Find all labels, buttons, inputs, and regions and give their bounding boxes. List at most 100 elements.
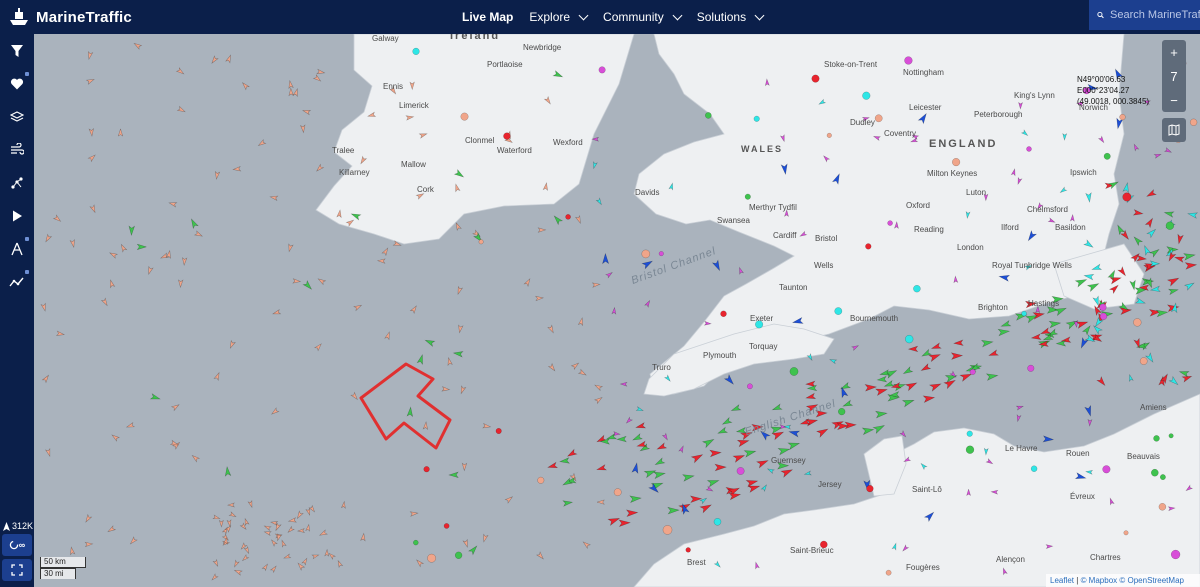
vessel-marker[interactable] (570, 361, 580, 371)
vessel-marker[interactable] (1163, 147, 1173, 154)
vessel-marker[interactable] (777, 446, 791, 456)
vessel-marker[interactable] (875, 386, 888, 397)
vessel-dot[interactable] (495, 428, 502, 434)
vessel-marker[interactable] (760, 484, 768, 492)
vessel-marker[interactable] (980, 339, 994, 348)
vessel-dot[interactable] (443, 523, 450, 529)
vessel-marker[interactable] (108, 279, 116, 289)
vessel-dot[interactable] (713, 518, 722, 526)
vessel-marker[interactable] (653, 470, 666, 480)
vessel-marker[interactable] (745, 478, 759, 488)
vessel-marker[interactable] (287, 243, 294, 253)
vessel-marker[interactable] (644, 299, 651, 308)
vessel-marker[interactable] (780, 467, 794, 478)
vessel-dot[interactable] (423, 466, 430, 473)
vessel-marker[interactable] (635, 422, 647, 431)
vessel-marker[interactable] (714, 463, 727, 472)
vessel-marker[interactable] (1030, 333, 1042, 341)
vessel-marker[interactable] (864, 384, 878, 392)
vessel-marker[interactable] (632, 433, 643, 443)
vessel-marker[interactable] (682, 473, 695, 482)
search-box[interactable] (1089, 0, 1200, 30)
vessel-marker[interactable] (536, 551, 545, 560)
leaflet-link[interactable]: Leaflet (1050, 576, 1074, 585)
vessel-marker[interactable] (738, 266, 744, 275)
vessel-marker[interactable] (654, 457, 666, 467)
vessel-marker[interactable] (535, 295, 544, 302)
vessel-dot[interactable] (1102, 465, 1111, 474)
vessel-marker[interactable] (1122, 182, 1130, 193)
vessel-dot[interactable] (885, 569, 892, 576)
vessel-dot[interactable] (747, 383, 753, 390)
vessel-marker[interactable] (117, 128, 124, 137)
vessel-marker[interactable] (212, 558, 219, 567)
vessel-marker[interactable] (844, 421, 857, 430)
vessel-marker[interactable] (504, 495, 514, 504)
vessel-marker[interactable] (213, 371, 221, 381)
vessel-marker[interactable] (456, 285, 464, 295)
vessel-marker[interactable] (805, 392, 817, 400)
vessel-marker[interactable] (270, 407, 280, 416)
vessel-marker[interactable] (283, 553, 292, 560)
vessel-marker[interactable] (902, 366, 914, 376)
vessel-marker[interactable] (851, 344, 860, 352)
vessel-marker[interactable] (147, 265, 154, 276)
vessel-marker[interactable] (55, 330, 65, 337)
playback-button[interactable] (0, 199, 34, 232)
vessel-marker[interactable] (129, 536, 138, 545)
vessel-marker[interactable] (678, 445, 685, 454)
vessel-marker[interactable] (149, 393, 161, 402)
vessel-marker[interactable] (985, 372, 999, 381)
vessel-marker[interactable] (424, 338, 436, 347)
vessel-marker[interactable] (1000, 320, 1012, 329)
vessel-marker[interactable] (340, 500, 347, 509)
vessel-marker[interactable] (699, 502, 713, 514)
vessel-dot[interactable] (454, 551, 463, 559)
vessel-marker[interactable] (689, 495, 703, 504)
vessel-dot[interactable] (904, 334, 914, 344)
vessel-dot[interactable] (1133, 318, 1142, 327)
vessel-marker[interactable] (1081, 324, 1093, 336)
vessel-dot[interactable] (1099, 312, 1108, 320)
vessel-marker[interactable] (241, 554, 250, 562)
vessel-marker[interactable] (1168, 375, 1179, 387)
vessel-marker[interactable] (594, 383, 604, 392)
vessel-dot[interactable] (874, 114, 883, 123)
vessel-dot[interactable] (460, 112, 469, 121)
vessel-marker[interactable] (422, 421, 429, 430)
vessel-marker[interactable] (125, 422, 135, 430)
vessel-marker[interactable] (732, 452, 746, 463)
vessel-marker[interactable] (87, 153, 96, 163)
vessel-marker[interactable] (635, 406, 644, 413)
vessel-marker[interactable] (448, 471, 459, 479)
vessel-marker[interactable] (1042, 435, 1055, 443)
vessel-marker[interactable] (1075, 319, 1089, 329)
vessel-dot[interactable] (1151, 468, 1159, 477)
vessel-marker[interactable] (921, 348, 933, 358)
vessel-marker[interactable] (243, 545, 250, 555)
vessel-marker[interactable] (988, 349, 1000, 358)
vessel-marker[interactable] (318, 529, 328, 537)
vessel-dot[interactable] (952, 158, 961, 167)
vessel-marker[interactable] (376, 258, 386, 264)
vessel-marker[interactable] (350, 391, 359, 401)
vessel-marker[interactable] (629, 495, 642, 504)
vessel-marker[interactable] (133, 42, 143, 50)
vessel-marker[interactable] (1136, 254, 1148, 262)
vessel-marker[interactable] (766, 467, 775, 475)
vessel-marker[interactable] (1153, 152, 1162, 159)
vessel-marker[interactable] (228, 511, 237, 518)
vessel-marker[interactable] (1096, 375, 1107, 387)
vessel-marker[interactable] (1184, 261, 1198, 270)
live-map[interactable]: Galway Ireland Newbridge Portlaoise Enni… (34, 34, 1200, 587)
vessel-dot[interactable] (753, 115, 760, 122)
filter-button[interactable] (0, 34, 34, 67)
vessel-marker[interactable] (582, 540, 591, 550)
vessel-dot[interactable] (641, 249, 651, 259)
vessel-marker[interactable] (631, 462, 640, 475)
vessel-marker[interactable] (1166, 275, 1181, 287)
vessel-marker[interactable] (280, 539, 287, 548)
vessel-marker[interactable] (1149, 247, 1161, 258)
vessel-marker[interactable] (300, 124, 306, 134)
vessel-marker[interactable] (1016, 414, 1022, 423)
